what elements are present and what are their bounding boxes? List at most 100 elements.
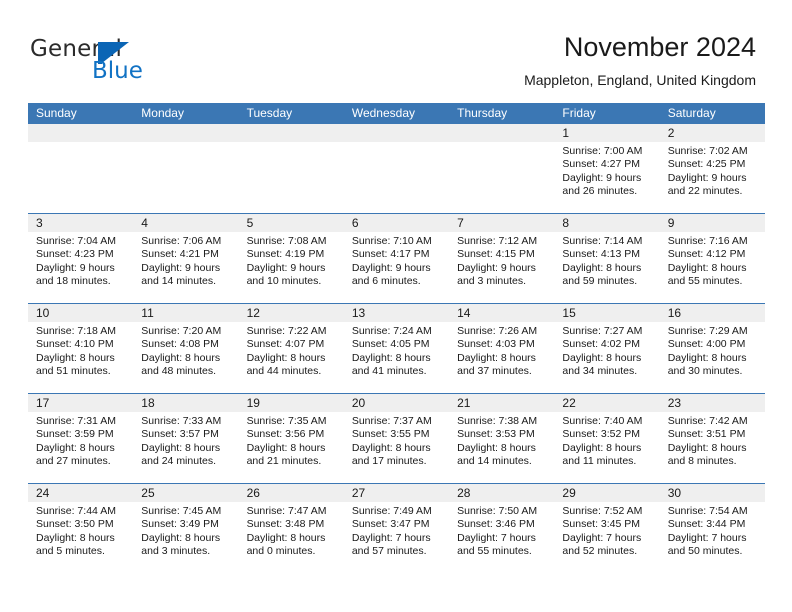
day-sun-info: Sunrise: 7:33 AM Sunset: 3:57 PM Daylight:… <box>133 412 238 469</box>
day-daylight-text: Daylight: 8 hours <box>562 261 642 274</box>
day-number-band <box>343 124 450 142</box>
day-number-band: 2 <box>659 124 765 142</box>
day-number-band: 1 <box>554 124 660 142</box>
day-cell-21[interactable]: 21 Sunrise: 7:38 AM Sunset: 3:53 PM Dayligh… <box>449 394 555 483</box>
day-daylight-text: Daylight: 9 hours <box>141 261 221 274</box>
day-cell-empty <box>133 124 239 213</box>
day-number-band: 3 <box>28 214 134 232</box>
day-sun-info: Sunrise: 7:10 AM Sunset: 4:17 PM Daylight:… <box>344 232 449 289</box>
brand-logo[interactable]: General Blue <box>30 36 290 94</box>
day-number-band: 16 <box>659 304 765 322</box>
day-sunset-text: Sunset: 3:50 PM <box>36 518 114 531</box>
day-sunset-text: Sunset: 3:44 PM <box>667 518 746 531</box>
day-number: 9 <box>667 216 675 230</box>
day-daylight-text: Daylight: 9 hours <box>667 171 747 184</box>
day-cell-14[interactable]: 14 Sunrise: 7:26 AM Sunset: 4:03 PM Dayligh… <box>449 304 555 393</box>
day-number-band: 9 <box>659 214 765 232</box>
day-cell-6[interactable]: 6 Sunrise: 7:10 AM Sunset: 4:17 PM Daylight… <box>343 214 450 303</box>
day-number-band: 10 <box>28 304 134 322</box>
day-cell-28[interactable]: 28 Sunrise: 7:50 AM Sunset: 3:46 PM Dayligh… <box>449 484 555 573</box>
day-cell-15[interactable]: 15 Sunrise: 7:27 AM Sunset: 4:02 PM Dayligh… <box>554 304 660 393</box>
day-cell-29[interactable]: 29 Sunrise: 7:52 AM Sunset: 3:45 PM Dayligh… <box>554 484 660 573</box>
day-cell-2[interactable]: 2 Sunrise: 7:02 AM Sunset: 4:25 PM Daylight… <box>659 124 765 213</box>
day-sunset-text: Sunset: 3:52 PM <box>562 428 641 441</box>
day-daylight-text: Daylight: 9 hours <box>457 261 536 274</box>
day-number-band: 30 <box>659 484 765 502</box>
weekday-header-friday: Friday <box>562 106 596 120</box>
day-sunset-text: Sunset: 4:13 PM <box>562 248 641 261</box>
day-daylight-text: Daylight: 9 hours <box>246 261 326 274</box>
day-sun-info: Sunrise: 7:16 AM Sunset: 4:12 PM Daylight:… <box>660 232 765 289</box>
day-daylight-text: Daylight: 8 hours <box>562 351 642 364</box>
day-sunrise-text: Sunrise: 7:18 AM <box>36 325 116 337</box>
day-sunrise-text: Sunrise: 7:12 AM <box>457 235 538 247</box>
day-cell-3[interactable]: 3 Sunrise: 7:04 AM Sunset: 4:23 PM Daylight… <box>28 214 134 303</box>
day-cell-23[interactable]: 23 Sunrise: 7:42 AM Sunset: 3:51 PM Dayligh… <box>659 394 765 483</box>
day-number-band: 18 <box>133 394 239 412</box>
day-sunrise-text: Sunrise: 7:37 AM <box>351 415 432 427</box>
day-cell-19[interactable]: 19 Sunrise: 7:35 AM Sunset: 3:56 PM Dayligh… <box>238 394 344 483</box>
day-number: 12 <box>246 306 260 320</box>
day-daylight-text: Daylight: 8 hours <box>141 531 221 544</box>
day-cell-17[interactable]: 17 Sunrise: 7:31 AM Sunset: 3:59 PM Dayligh… <box>28 394 134 483</box>
day-sunrise-text: Sunrise: 7:16 AM <box>667 235 748 247</box>
day-cell-10[interactable]: 10 Sunrise: 7:18 AM Sunset: 4:10 PM Dayligh… <box>28 304 134 393</box>
day-sunset-text: Sunset: 4:03 PM <box>457 338 535 351</box>
day-cell-26[interactable]: 26 Sunrise: 7:47 AM Sunset: 3:48 PM Dayligh… <box>238 484 344 573</box>
day-cell-11[interactable]: 11 Sunrise: 7:20 AM Sunset: 4:08 PM Dayligh… <box>133 304 239 393</box>
day-cell-25[interactable]: 25 Sunrise: 7:45 AM Sunset: 3:49 PM Dayligh… <box>133 484 239 573</box>
day-number-band <box>28 124 134 142</box>
day-number: 18 <box>141 396 155 410</box>
day-number-band: 5 <box>238 214 344 232</box>
day-cell-5[interactable]: 5 Sunrise: 7:08 AM Sunset: 4:19 PM Daylight… <box>238 214 344 303</box>
location-subtitle: Mappleton, England, United Kingdom <box>524 72 756 88</box>
day-cell-12[interactable]: 12 Sunrise: 7:22 AM Sunset: 4:07 PM Dayligh… <box>238 304 344 393</box>
day-sunset-text: Sunset: 4:17 PM <box>351 248 430 261</box>
day-number-band: 13 <box>343 304 450 322</box>
day-daylight2-text: and 48 minutes. <box>141 365 216 378</box>
day-number-band: 8 <box>554 214 660 232</box>
day-number: 10 <box>36 306 50 320</box>
day-sunrise-text: Sunrise: 7:06 AM <box>141 235 222 247</box>
day-sunrise-text: Sunrise: 7:04 AM <box>36 235 116 247</box>
day-daylight2-text: and 0 minutes. <box>246 545 316 558</box>
day-cell-22[interactable]: 22 Sunrise: 7:40 AM Sunset: 3:52 PM Dayligh… <box>554 394 660 483</box>
day-sun-info: Sunrise: 7:49 AM Sunset: 3:47 PM Daylight:… <box>344 502 449 559</box>
day-cell-27[interactable]: 27 Sunrise: 7:49 AM Sunset: 3:47 PM Dayligh… <box>343 484 450 573</box>
day-cell-20[interactable]: 20 Sunrise: 7:37 AM Sunset: 3:55 PM Dayligh… <box>343 394 450 483</box>
day-cell-16[interactable]: 16 Sunrise: 7:29 AM Sunset: 4:00 PM Dayligh… <box>659 304 765 393</box>
weekday-header-row: Sunday Monday Tuesday Wednesday Thursday Frid… <box>28 103 765 124</box>
day-number-band <box>238 124 344 142</box>
day-cell-18[interactable]: 18 Sunrise: 7:33 AM Sunset: 3:57 PM Dayligh… <box>133 394 239 483</box>
day-daylight2-text: and 44 minutes. <box>246 365 322 378</box>
day-cell-4[interactable]: 4 Sunrise: 7:06 AM Sunset: 4:21 PM Daylight… <box>133 214 239 303</box>
day-cell-9[interactable]: 9 Sunrise: 7:16 AM Sunset: 4:12 PM Daylight… <box>659 214 765 303</box>
day-sunset-text: Sunset: 3:57 PM <box>141 428 219 441</box>
day-daylight-text: Daylight: 7 hours <box>351 531 431 544</box>
day-cell-13[interactable]: 13 Sunrise: 7:24 AM Sunset: 4:05 PM Dayligh… <box>343 304 450 393</box>
calendar-grid: Sunday Monday Tuesday Wednesday Thursday Frid… <box>28 103 765 573</box>
day-daylight2-text: and 14 minutes. <box>141 275 216 288</box>
day-cell-30[interactable]: 30 Sunrise: 7:54 AM Sunset: 3:44 PM Dayligh… <box>659 484 765 573</box>
day-sunset-text: Sunset: 4:21 PM <box>141 248 219 261</box>
day-daylight2-text: and 3 minutes. <box>457 275 527 288</box>
day-number-band: 23 <box>659 394 765 412</box>
day-cell-1[interactable]: 1 Sunrise: 7:00 AM Sunset: 4:27 PM Daylight… <box>554 124 660 213</box>
day-sun-info: Sunrise: 7:20 AM Sunset: 4:08 PM Daylight:… <box>133 322 238 379</box>
day-cell-24[interactable]: 24 Sunrise: 7:44 AM Sunset: 3:50 PM Dayligh… <box>28 484 134 573</box>
day-daylight-text: Daylight: 9 hours <box>351 261 431 274</box>
day-number: 19 <box>246 396 260 410</box>
day-sun-info: Sunrise: 7:22 AM Sunset: 4:07 PM Daylight:… <box>239 322 344 379</box>
day-daylight2-text: and 17 minutes. <box>351 455 427 468</box>
day-number: 13 <box>351 306 366 320</box>
day-number-band: 28 <box>449 484 555 502</box>
day-cell-8[interactable]: 8 Sunrise: 7:14 AM Sunset: 4:13 PM Daylight… <box>554 214 660 303</box>
day-sunset-text: Sunset: 3:45 PM <box>562 518 641 531</box>
day-daylight-text: Daylight: 9 hours <box>562 171 642 184</box>
weekday-header-saturday: Saturday <box>667 106 716 120</box>
day-number-band <box>133 124 239 142</box>
day-cell-empty <box>343 124 450 213</box>
day-sun-info: Sunrise: 7:14 AM Sunset: 4:13 PM Daylight:… <box>554 232 659 289</box>
day-number: 26 <box>246 486 260 500</box>
day-cell-7[interactable]: 7 Sunrise: 7:12 AM Sunset: 4:15 PM Daylight… <box>449 214 555 303</box>
